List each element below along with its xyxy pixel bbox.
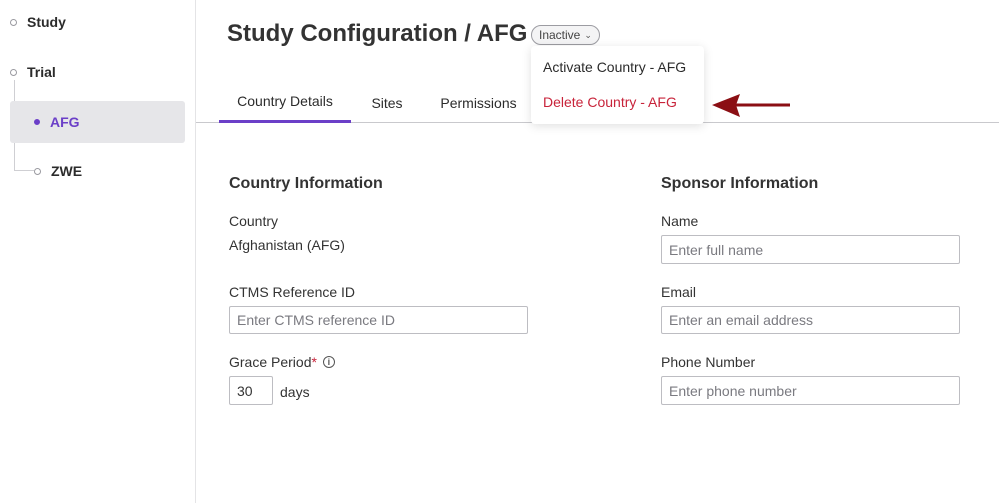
delete-country-menu-item[interactable]: Delete Country - AFG xyxy=(543,94,677,110)
sponsor-email-input[interactable] xyxy=(661,306,960,334)
tab-sites[interactable]: Sites xyxy=(361,82,413,123)
status-menu: Activate Country - AFG Delete Country - … xyxy=(531,46,704,124)
main-content: Study Configuration / AFG Inactive ⌄ Act… xyxy=(196,0,999,503)
ctms-reference-input[interactable] xyxy=(229,306,528,334)
tree-connector xyxy=(14,170,34,171)
sponsor-name-label: Name xyxy=(661,213,699,229)
country-info-title: Country Information xyxy=(229,175,383,192)
tab-country-details[interactable]: Country Details xyxy=(219,82,351,123)
status-badge: Inactive xyxy=(539,28,581,42)
grace-period-text: Grace Period xyxy=(229,354,312,370)
grace-period-label: Grace Period* i xyxy=(229,354,335,370)
ctms-label: CTMS Reference ID xyxy=(229,284,356,300)
sidebar: Study Trial AFG ZWE xyxy=(0,0,196,503)
page-title: Study Configuration / AFG xyxy=(227,20,528,47)
grace-period-input[interactable] xyxy=(229,376,273,405)
arrow-annotation-icon xyxy=(712,94,790,117)
sidebar-item-afg[interactable]: AFG xyxy=(10,101,185,143)
tree-node-icon xyxy=(10,68,17,76)
sponsor-phone-input[interactable] xyxy=(661,376,960,405)
grace-period-unit: days xyxy=(280,384,310,400)
sponsor-info-title: Sponsor Information xyxy=(661,175,819,192)
status-dropdown[interactable]: Inactive ⌄ xyxy=(531,25,600,45)
country-value: Afghanistan (AFG) xyxy=(229,237,345,253)
country-label: Country xyxy=(229,213,279,229)
tree-node-icon xyxy=(10,18,17,26)
sidebar-item-zwe[interactable]: ZWE xyxy=(34,150,184,192)
activate-country-menu-item[interactable]: Activate Country - AFG xyxy=(543,59,686,75)
info-icon[interactable]: i xyxy=(322,356,335,369)
sidebar-item-label: ZWE xyxy=(51,163,83,179)
sidebar-item-label: Study xyxy=(27,14,66,30)
tab-permissions[interactable]: Permissions xyxy=(432,82,525,123)
sidebar-item-label: Trial xyxy=(27,64,56,80)
sidebar-item-study[interactable]: Study xyxy=(10,1,180,43)
chevron-down-icon: ⌄ xyxy=(584,29,592,40)
tree-node-icon xyxy=(34,119,40,125)
required-marker: * xyxy=(311,354,317,370)
tree-node-icon xyxy=(34,167,41,175)
sidebar-item-label: AFG xyxy=(50,114,80,130)
sponsor-phone-label: Phone Number xyxy=(661,354,756,370)
sponsor-name-input[interactable] xyxy=(661,235,960,264)
sponsor-email-label: Email xyxy=(661,284,697,300)
sidebar-item-trial[interactable]: Trial xyxy=(10,51,180,93)
